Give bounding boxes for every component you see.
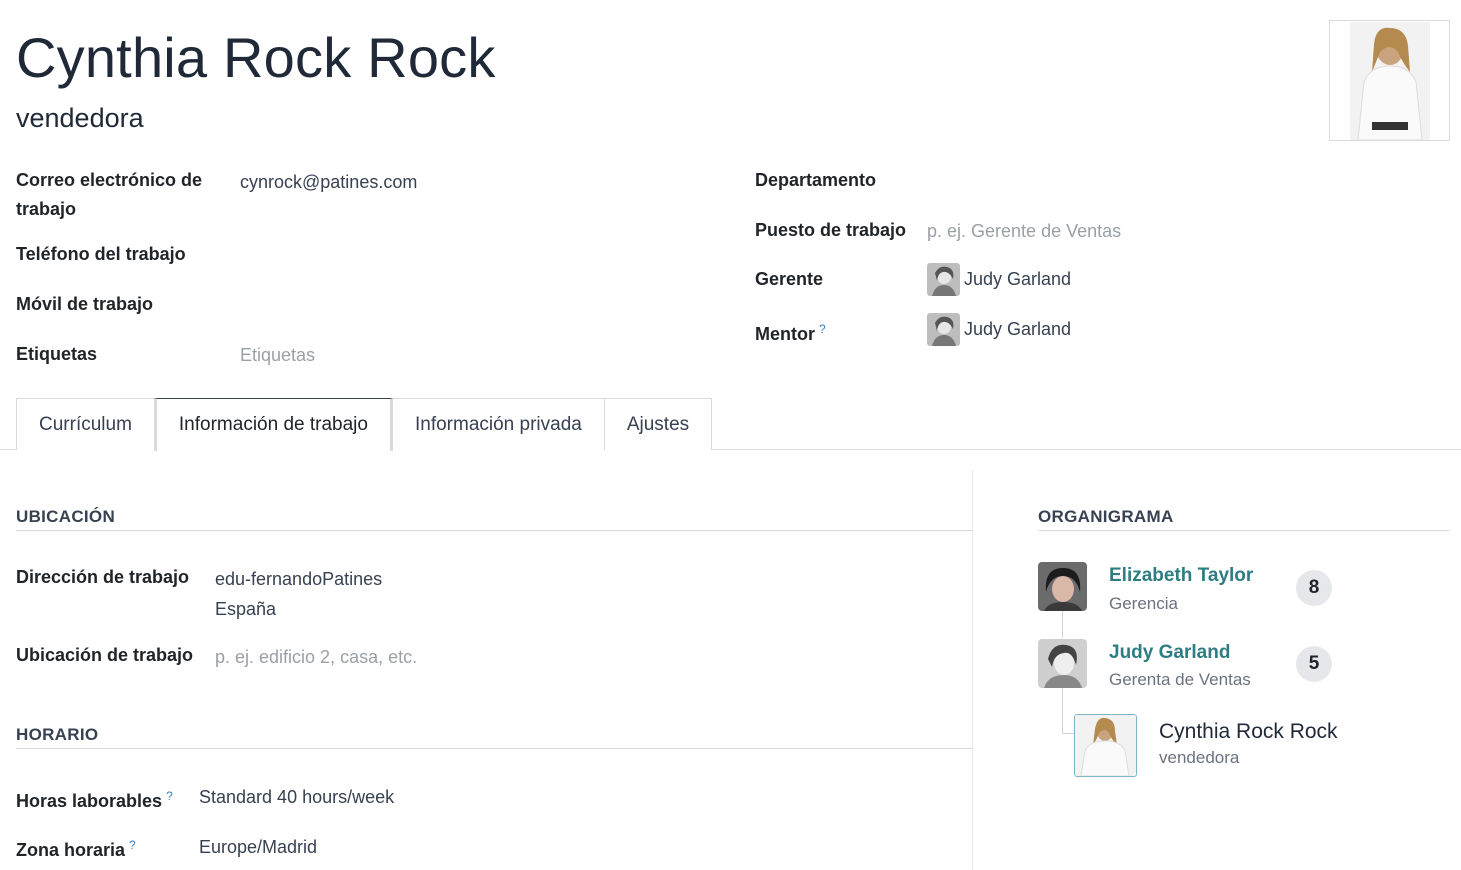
employee-name[interactable]: Cynthia Rock Rock [16, 22, 496, 94]
org-avatar-current [1074, 714, 1137, 777]
email-field[interactable]: cynrock@patines.com [240, 168, 417, 197]
timezone-help-icon[interactable]: ? [129, 838, 136, 852]
timezone-label-text: Zona horaria [16, 840, 126, 860]
department-field[interactable] [927, 166, 1327, 195]
tags-input[interactable]: Etiquetas [240, 341, 315, 370]
org-person-name[interactable]: Judy Garland [1109, 642, 1230, 664]
working-hours-help-icon[interactable]: ? [166, 789, 173, 803]
mentor-avatar [927, 313, 960, 346]
org-current-role: vendedora [1159, 748, 1240, 767]
tab-curriculum[interactable]: Currículum [16, 398, 155, 450]
work-address-line1: edu-fernandoPatines [215, 569, 383, 589]
org-avatar-elizabeth[interactable] [1038, 562, 1087, 611]
work-mobile-label: Móvil de trabajo [16, 294, 154, 314]
department-label: Departamento [755, 170, 877, 190]
tags-label: Etiquetas [16, 344, 98, 364]
working-hours-field[interactable]: Standard 40 hours/week [199, 783, 394, 812]
org-person-role: Gerencia [1109, 594, 1178, 613]
job-position-label: Puesto de trabajo [755, 220, 907, 240]
mentor-field[interactable]: Judy Garland [927, 313, 1071, 346]
employee-form: Cynthia Rock Rock vendedora Correo elect… [0, 0, 1461, 870]
working-hours-label: Horas laborables? [16, 782, 173, 816]
mentor-label: Mentor? [755, 315, 826, 349]
org-chart-connector [1062, 733, 1074, 734]
schedule-section-title: HORARIO [16, 725, 99, 744]
manager-label: Gerente [755, 269, 824, 289]
location-section-rule [16, 530, 972, 531]
work-address-line2: España [215, 599, 277, 619]
work-address-label: Dirección de trabajo [16, 567, 190, 587]
mentor-help-icon[interactable]: ? [819, 322, 826, 336]
org-chart-title: ORGANIGRAMA [1038, 507, 1174, 526]
tab-work-information[interactable]: Información de trabajo [153, 398, 393, 451]
employee-job-title[interactable]: vendedora [16, 100, 144, 136]
org-subordinates-badge[interactable]: 8 [1296, 570, 1332, 606]
column-divider [972, 470, 973, 870]
working-hours-label-text: Horas laborables [16, 791, 163, 811]
employee-photo-icon [1349, 21, 1430, 140]
org-chart-connector [1062, 611, 1063, 638]
work-phone-field[interactable] [240, 240, 540, 269]
org-chart-connector [1062, 688, 1063, 733]
mentor-label-text: Mentor [755, 324, 815, 344]
work-location-label: Ubicación de trabajo [16, 645, 194, 665]
timezone-field[interactable]: Europe/Madrid [199, 833, 317, 862]
org-subordinates-badge[interactable]: 5 [1296, 646, 1332, 682]
email-label-line1: Correo electrónico de [16, 170, 203, 190]
work-mobile-field[interactable] [240, 290, 540, 319]
org-person-name[interactable]: Elizabeth Taylor [1109, 565, 1253, 587]
schedule-section-rule [16, 748, 972, 749]
location-section-title: UBICACIÓN [16, 507, 116, 526]
org-current-name: Cynthia Rock Rock [1159, 720, 1338, 743]
work-location-input[interactable]: p. ej. edificio 2, casa, etc. [215, 643, 417, 672]
manager-name: Judy Garland [964, 269, 1072, 289]
org-person-role: Gerenta de Ventas [1109, 670, 1251, 689]
org-avatar-judy[interactable] [1038, 639, 1087, 688]
timezone-label: Zona horaria? [16, 831, 136, 865]
manager-avatar [927, 263, 960, 296]
work-phone-label: Teléfono del trabajo [16, 244, 186, 264]
work-address-field[interactable]: edu-fernandoPatines España [215, 565, 382, 625]
org-chart-rule [1038, 530, 1450, 531]
email-label-line2: trabajo [16, 199, 77, 219]
tab-settings[interactable]: Ajustes [603, 398, 713, 450]
email-label: Correo electrónico de trabajo [16, 166, 202, 224]
employee-photo[interactable] [1329, 20, 1450, 141]
tab-private-information[interactable]: Información privada [391, 398, 605, 450]
job-position-input[interactable]: p. ej. Gerente de Ventas [927, 217, 1121, 246]
manager-field[interactable]: Judy Garland [927, 263, 1071, 296]
notebook-tabs: Currículum Información de trabajo Inform… [16, 398, 713, 451]
mentor-name: Judy Garland [964, 319, 1072, 339]
